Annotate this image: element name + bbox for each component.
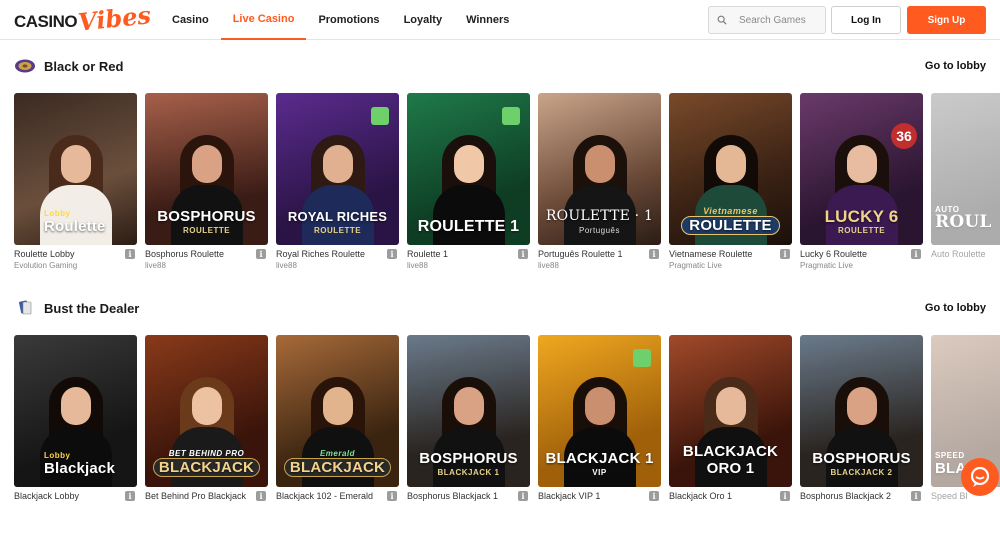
thumbnail-banner: BET BEHIND PRO BLACKJACK bbox=[145, 448, 268, 477]
game-card[interactable]: BOSPHORUS BLACKJACK 2 Bosphorus Blackjack… bbox=[800, 335, 923, 521]
login-button[interactable]: Log In bbox=[831, 6, 901, 34]
thumbnail-banner: ROULETTE · 1 Português bbox=[545, 208, 654, 235]
nav-loyalty[interactable]: Loyalty bbox=[392, 0, 455, 40]
go-to-lobby-link[interactable]: Go to lobby bbox=[925, 302, 986, 314]
info-icon[interactable]: i bbox=[911, 249, 921, 259]
game-provider: Evolution Gaming bbox=[14, 261, 78, 270]
search-input[interactable] bbox=[739, 14, 825, 26]
thumbnail-banner: Lobby Roulette bbox=[44, 209, 106, 235]
game-card[interactable]: BOSPHORUS ROULETTE Bosphorus Roulette live… bbox=[145, 93, 268, 279]
nav-winners[interactable]: Winners bbox=[454, 0, 521, 40]
game-card[interactable]: AUTO ROUL Auto Roulette bbox=[931, 93, 1000, 279]
game-thumbnail[interactable]: BOSPHORUS BLACKJACK 1 bbox=[407, 335, 530, 487]
game-thumbnail[interactable]: Lobby Roulette bbox=[14, 93, 137, 245]
section-header-black-or-red: Black or Red Go to lobby bbox=[14, 56, 986, 76]
info-icon[interactable]: i bbox=[256, 249, 266, 259]
game-thumbnail[interactable]: BLACKJACK 1 VIP bbox=[538, 335, 661, 487]
game-card[interactable]: Lobby Roulette Roulette Lobby Evolution Ga… bbox=[14, 93, 137, 279]
info-icon[interactable]: i bbox=[780, 249, 790, 259]
game-card[interactable]: ROULETTE · 1 Português Português Roulette… bbox=[538, 93, 661, 279]
thumbnail-banner: BOSPHORUS BLACKJACK 1 bbox=[419, 450, 518, 477]
nav-casino[interactable]: Casino bbox=[160, 0, 221, 40]
game-card[interactable]: BET BEHIND PRO BLACKJACK Bet Behind Pro B… bbox=[145, 335, 268, 521]
game-provider: live88 bbox=[276, 261, 297, 270]
search-icon bbox=[717, 15, 727, 25]
roulette-wheel-icon bbox=[15, 59, 35, 73]
info-icon[interactable]: i bbox=[518, 249, 528, 259]
game-card[interactable]: Emerald BLACKJACK Blackjack 102 - Emerald… bbox=[276, 335, 399, 521]
logo-vibes-text: Vibes bbox=[76, 0, 153, 37]
game-thumbnail[interactable]: BOSPHORUS BLACKJACK 2 bbox=[800, 335, 923, 487]
nav-promotions[interactable]: Promotions bbox=[306, 0, 391, 40]
nav-live-casino[interactable]: Live Casino bbox=[220, 0, 307, 40]
thumbnail-banner: Vietnamese ROULETTE bbox=[669, 205, 792, 235]
game-name: Lucky 6 Roulette bbox=[800, 249, 868, 259]
game-card[interactable]: BLACKJACK ORO 1 Blackjack Oro 1i bbox=[669, 335, 792, 521]
game-name: Roulette Lobby bbox=[14, 249, 75, 259]
top-navigation-bar: CASINO Vibes Casino Live Casino Promotio… bbox=[0, 0, 1000, 40]
thumbnail-banner: AUTO ROUL bbox=[935, 205, 992, 232]
game-thumbnail[interactable]: ROULETTE 1 bbox=[407, 93, 530, 245]
game-card[interactable]: ROULETTE 1 Roulette 1 live88 i bbox=[407, 93, 530, 279]
section-title: Bust the Dealer bbox=[44, 300, 140, 316]
game-name: Roulette 1 bbox=[407, 249, 449, 259]
game-name: Auto Roulette bbox=[931, 249, 986, 259]
game-name: Português Roulette 1 bbox=[538, 249, 623, 259]
info-icon[interactable]: i bbox=[387, 249, 397, 259]
section-header-bust-the-dealer: Bust the Dealer Go to lobby bbox=[14, 298, 986, 318]
game-provider: live88 bbox=[538, 261, 559, 270]
game-card[interactable]: Vietnamese ROULETTE Vietnamese Roulette Pr… bbox=[669, 93, 792, 279]
game-thumbnail[interactable]: ROULETTE · 1 Português bbox=[538, 93, 661, 245]
game-card[interactable]: 36 LUCKY 6 ROULETTE Lucky 6 Roulette Pragm… bbox=[800, 93, 923, 279]
game-provider: Pragmatic Live bbox=[800, 261, 853, 270]
game-thumbnail[interactable]: BET BEHIND PRO BLACKJACK bbox=[145, 335, 268, 487]
game-card[interactable]: ROYAL RICHES ROULETTE Royal Riches Roulet… bbox=[276, 93, 399, 279]
thumbnail-banner: Emerald BLACKJACK bbox=[276, 448, 399, 477]
go-to-lobby-link[interactable]: Go to lobby bbox=[925, 60, 986, 72]
game-row-blackjack: Lobby Blackjack Blackjack Lobby i BET BEHI… bbox=[14, 335, 1000, 541]
game-name: Bosphorus Roulette bbox=[145, 249, 225, 259]
live88-logo-icon bbox=[633, 349, 651, 367]
game-row-roulette: Lobby Roulette Roulette Lobby Evolution Ga… bbox=[14, 93, 1000, 299]
thumbnail-banner: BOSPHORUS ROULETTE bbox=[157, 208, 256, 235]
game-thumbnail[interactable]: BLACKJACK ORO 1 bbox=[669, 335, 792, 487]
thumbnail-banner: BLACKJACK ORO 1 bbox=[682, 443, 779, 477]
signup-button[interactable]: Sign Up bbox=[907, 6, 986, 34]
game-thumbnail[interactable]: BOSPHORUS ROULETTE bbox=[145, 93, 268, 245]
thumbnail-banner: BOSPHORUS BLACKJACK 2 bbox=[812, 450, 911, 477]
game-card[interactable]: BLACKJACK 1 VIP Blackjack VIP 1i bbox=[538, 335, 661, 521]
live-chat-button[interactable] bbox=[961, 458, 999, 496]
game-provider: live88 bbox=[145, 261, 166, 270]
chat-bubble-icon bbox=[970, 466, 990, 487]
game-thumbnail[interactable]: Lobby Blackjack bbox=[14, 335, 137, 487]
live88-logo-icon bbox=[502, 107, 520, 125]
game-thumbnail[interactable]: Emerald BLACKJACK bbox=[276, 335, 399, 487]
game-name: Vietnamese Roulette bbox=[669, 249, 753, 259]
game-thumbnail[interactable]: AUTO ROUL bbox=[931, 93, 1000, 245]
game-provider: live88 bbox=[407, 261, 428, 270]
thumbnail-banner: ROYAL RICHES ROULETTE bbox=[287, 209, 388, 235]
casino-vibes-logo[interactable]: CASINO Vibes bbox=[14, 0, 152, 36]
search-box[interactable] bbox=[708, 6, 826, 34]
game-card[interactable]: BOSPHORUS BLACKJACK 1 Bosphorus Blackjack… bbox=[407, 335, 530, 521]
thumbnail-banner: ROULETTE 1 bbox=[417, 218, 520, 235]
thumbnail-banner: Lobby Blackjack bbox=[44, 451, 116, 477]
game-card[interactable]: Lobby Blackjack Blackjack Lobby i bbox=[14, 335, 137, 521]
game-thumbnail[interactable]: 36 LUCKY 6 ROULETTE bbox=[800, 93, 923, 245]
info-icon[interactable]: i bbox=[125, 249, 135, 259]
logo-casino-text: CASINO bbox=[14, 12, 78, 31]
game-thumbnail[interactable]: ROYAL RICHES ROULETTE bbox=[276, 93, 399, 245]
main-nav: Casino Live Casino Promotions Loyalty Wi… bbox=[160, 0, 521, 40]
thumbnail-banner: BLACKJACK 1 VIP bbox=[545, 450, 654, 477]
game-thumbnail[interactable]: Vietnamese ROULETTE bbox=[669, 93, 792, 245]
game-name: Royal Riches Roulette bbox=[276, 249, 366, 259]
live88-logo-icon bbox=[371, 107, 389, 125]
thumbnail-banner: LUCKY 6 ROULETTE bbox=[824, 207, 899, 235]
playing-cards-icon bbox=[19, 300, 32, 315]
info-icon[interactable]: i bbox=[649, 249, 659, 259]
section-title: Black or Red bbox=[44, 58, 124, 74]
game-provider: Pragmatic Live bbox=[669, 261, 722, 270]
